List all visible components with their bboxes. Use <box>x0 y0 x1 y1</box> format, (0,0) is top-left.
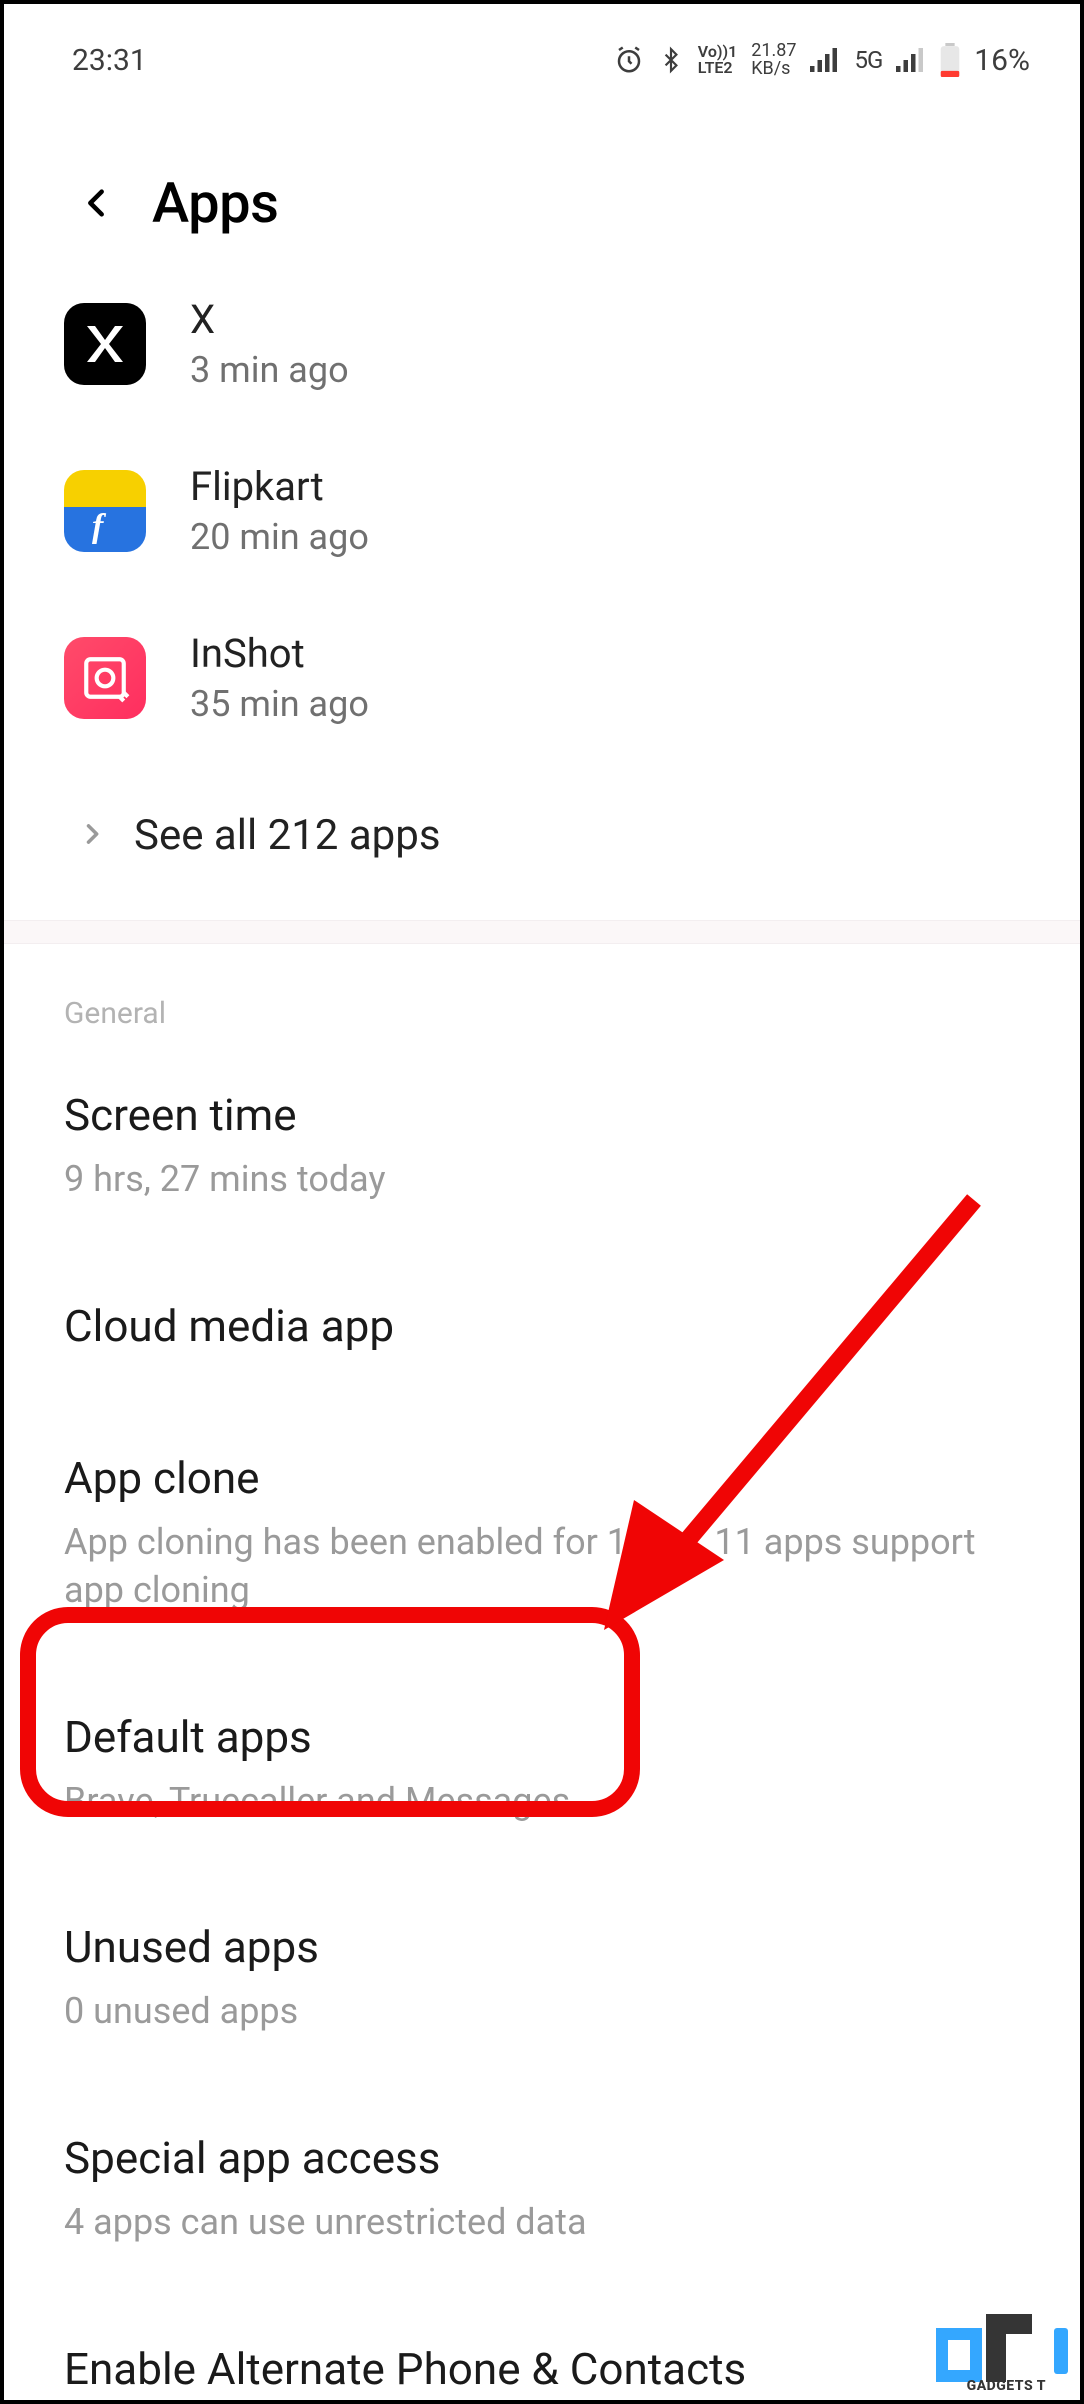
volte-indicator: Vo))1 LTE2 <box>698 44 737 76</box>
battery-icon <box>940 43 960 77</box>
bluetooth-icon <box>658 45 684 75</box>
status-time: 23:31 <box>72 43 147 78</box>
network-speed: 21.87 KB/s <box>751 42 796 78</box>
flipkart-app-icon <box>64 470 146 552</box>
recent-app-flipkart[interactable]: Flipkart 20 min ago <box>64 441 1020 608</box>
setting-title: Cloud media app <box>64 1300 1020 1352</box>
setting-enable-alternate-phone[interactable]: Enable Alternate Phone & Contacts <box>4 2295 1080 2400</box>
setting-subtitle: 9 hrs, 27 mins today <box>64 1155 1020 1204</box>
network-type: 5G <box>854 46 882 74</box>
inshot-app-icon <box>64 637 146 719</box>
watermark-text: GADGETS T <box>967 2378 1046 2394</box>
status-bar: 23:31 Vo))1 LTE2 21.87 KB/s 5G 16% <box>4 4 1080 98</box>
setting-subtitle: 0 unused apps <box>64 1987 1020 2036</box>
recent-app-x[interactable]: X 3 min ago <box>64 296 1020 441</box>
setting-title: Special app access <box>64 2132 1020 2184</box>
setting-app-clone[interactable]: App clone App cloning has been enabled f… <box>4 1404 1080 1663</box>
setting-title: App clone <box>64 1452 1020 1504</box>
setting-title: Unused apps <box>64 1921 1020 1973</box>
app-subtitle: 20 min ago <box>190 516 369 558</box>
setting-screen-time[interactable]: Screen time 9 hrs, 27 mins today <box>4 1041 1080 1252</box>
app-name: InShot <box>190 630 369 677</box>
setting-subtitle: Brave, Truecaller and Messages <box>64 1777 1020 1826</box>
alarm-icon <box>614 45 644 75</box>
section-divider <box>4 920 1080 944</box>
chevron-right-icon <box>78 816 106 856</box>
signal-icon-1 <box>810 47 840 73</box>
setting-title: Default apps <box>64 1711 1020 1763</box>
app-subtitle: 3 min ago <box>190 349 349 391</box>
section-header-general: General <box>4 944 1080 1041</box>
app-name: Flipkart <box>190 463 369 510</box>
page-title: Apps <box>152 170 278 236</box>
setting-special-app-access[interactable]: Special app access 4 apps can use unrest… <box>4 2084 1080 2295</box>
setting-subtitle: App cloning has been enabled for 1 app. … <box>64 1518 1020 1615</box>
setting-title: Enable Alternate Phone & Contacts <box>64 2343 1020 2395</box>
x-app-icon <box>64 303 146 385</box>
setting-title: Screen time <box>64 1089 1020 1141</box>
setting-default-apps[interactable]: Default apps Brave, Truecaller and Messa… <box>4 1663 1080 1874</box>
back-button[interactable] <box>76 183 116 223</box>
app-name: X <box>190 296 349 343</box>
watermark: GADGETS T <box>936 2304 1068 2394</box>
see-all-apps[interactable]: See all 212 apps <box>64 775 1020 920</box>
app-subtitle: 35 min ago <box>190 683 369 725</box>
status-indicators: Vo))1 LTE2 21.87 KB/s 5G 16% <box>614 42 1030 78</box>
setting-unused-apps[interactable]: Unused apps 0 unused apps <box>4 1873 1080 2084</box>
page-header: Apps <box>4 98 1080 296</box>
recent-apps-list: X 3 min ago Flipkart 20 min ago InShot 3… <box>4 296 1080 920</box>
watermark-accent-icon <box>1054 2328 1068 2374</box>
see-all-label: See all 212 apps <box>134 811 441 860</box>
setting-subtitle: 4 apps can use unrestricted data <box>64 2198 1020 2247</box>
setting-cloud-media-app[interactable]: Cloud media app <box>4 1252 1080 1404</box>
battery-percent: 16% <box>974 43 1030 78</box>
signal-icon-2 <box>896 47 926 73</box>
recent-app-inshot[interactable]: InShot 35 min ago <box>64 608 1020 775</box>
